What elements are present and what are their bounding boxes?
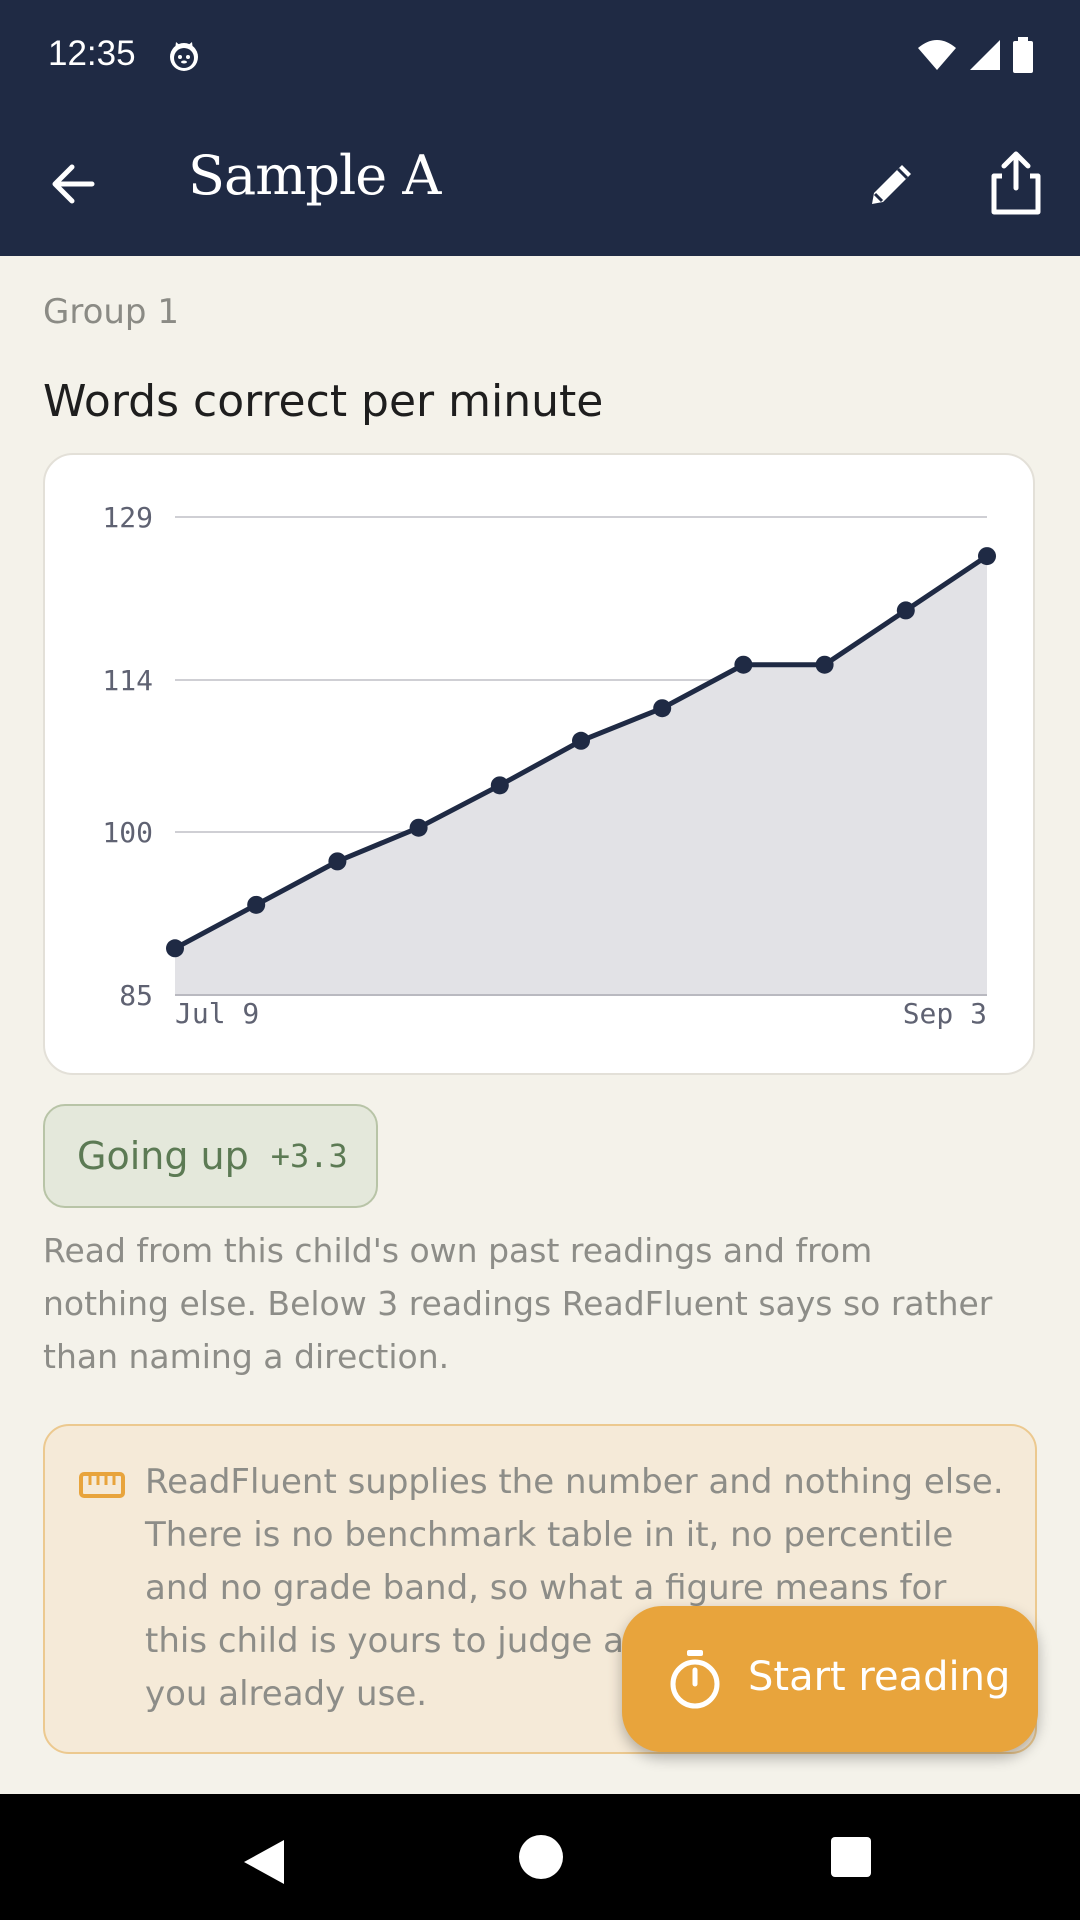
section-title: Words correct per minute — [43, 376, 604, 427]
data-point — [815, 655, 834, 674]
trend-description: Read from this child's own past readings… — [43, 1231, 993, 1376]
page-title: Sample A — [188, 144, 441, 207]
data-point — [734, 655, 753, 674]
x-tick-label: Jul 9 — [175, 997, 259, 1030]
battery-icon — [1013, 37, 1033, 73]
y-tick-label: 114 — [102, 664, 153, 697]
y-tick-label: 100 — [102, 816, 153, 849]
status-bar: 12:35 — [0, 0, 1080, 110]
status-icons — [916, 36, 1034, 74]
pencil-icon[interactable] — [862, 154, 922, 214]
back-arrow-icon[interactable] — [44, 154, 104, 214]
status-time: 12:35 — [48, 34, 136, 73]
wifi-icon — [918, 40, 956, 70]
area-fill — [175, 556, 987, 995]
timer-icon — [670, 1650, 720, 1709]
data-point — [978, 547, 996, 566]
y-tick-label: 85 — [119, 979, 153, 1012]
share-icon[interactable] — [986, 148, 1046, 218]
ruler-icon — [79, 1472, 125, 1498]
signal-icon — [970, 40, 1000, 70]
nav-home-icon[interactable] — [518, 1834, 564, 1880]
data-point — [653, 699, 672, 718]
x-tick-label: Sep 3 — [903, 997, 987, 1030]
wcpm-chart: 85 100 114 129 Jul 9 Sep 3 — [102, 501, 996, 1030]
y-tick-label: 129 — [102, 501, 153, 534]
trend-label: Going up — [77, 1134, 249, 1178]
trend-value: +3.3 — [270, 1137, 348, 1175]
start-reading-label: Start reading — [748, 1654, 1011, 1700]
data-point — [490, 776, 509, 795]
data-point — [247, 895, 266, 914]
start-reading-button[interactable]: Start reading — [622, 1606, 1038, 1752]
data-point — [409, 818, 428, 837]
app-bar: Sample A — [0, 110, 1080, 256]
data-point — [572, 731, 590, 750]
data-point — [166, 939, 184, 958]
nav-back-icon[interactable] — [238, 1836, 290, 1888]
cat-notification-icon — [170, 42, 198, 71]
nav-recents-icon[interactable] — [830, 1836, 872, 1878]
data-point — [896, 601, 915, 620]
group-label: Group 1 — [43, 292, 179, 332]
data-point — [328, 852, 347, 871]
trend-badge: Going up +3.3 — [43, 1104, 378, 1208]
system-nav-bar — [0, 1794, 1080, 1920]
chart-card: 85 100 114 129 Jul 9 Sep 3 — [43, 453, 1035, 1075]
